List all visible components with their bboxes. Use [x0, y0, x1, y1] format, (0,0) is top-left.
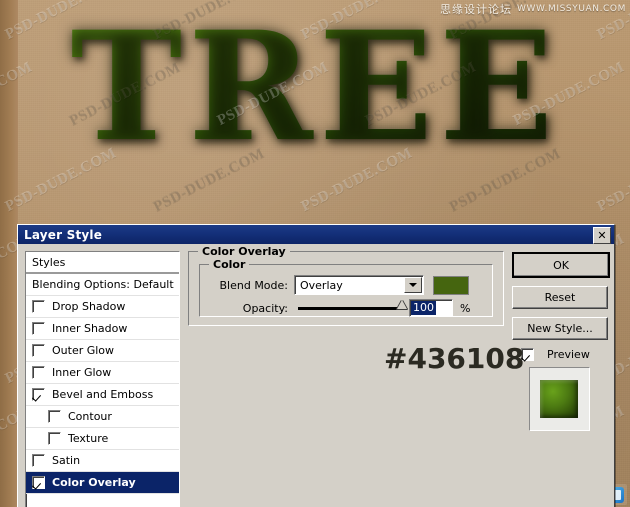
checkbox-icon[interactable] — [32, 344, 45, 357]
checkbox-icon[interactable] — [32, 388, 45, 401]
opacity-slider-thumb[interactable] — [397, 299, 407, 309]
color-group: Color Blend Mode: Overlay Opacity: 100 % — [199, 258, 493, 318]
close-icon[interactable]: ✕ — [593, 227, 611, 244]
dialog-title: Layer Style — [24, 227, 103, 242]
checkbox-icon[interactable] — [32, 366, 45, 379]
checkbox-icon[interactable] — [32, 322, 45, 335]
style-list-item-color-overlay[interactable]: Color Overlay — [26, 472, 179, 494]
checkbox-icon[interactable] — [32, 454, 45, 467]
hex-color-caption: #436108 — [384, 342, 525, 375]
style-list-item-label: Blending Options: Default — [32, 278, 174, 291]
style-list-item-inner-glow[interactable]: Inner Glow — [26, 362, 179, 384]
style-list-item-label: Drop Shadow — [52, 300, 126, 313]
color-overlay-group-title: Color Overlay — [198, 245, 290, 258]
style-preview-thumbnail — [528, 367, 590, 431]
opacity-unit: % — [460, 301, 471, 315]
style-list-item-inner-shadow[interactable]: Inner Shadow — [26, 318, 179, 340]
color-overlay-group: Color Overlay Color Blend Mode: Overlay — [188, 245, 504, 326]
opacity-value: 100 — [411, 301, 436, 315]
blend-mode-value: Overlay — [300, 278, 343, 292]
checkbox-icon[interactable] — [48, 432, 61, 445]
blend-mode-row: Blend Mode: Overlay — [210, 275, 484, 295]
color-group-title: Color — [209, 258, 250, 271]
style-list-item-outer-glow[interactable]: Outer Glow — [26, 340, 179, 362]
overlay-color-swatch[interactable] — [433, 275, 469, 295]
preview-label: Preview — [547, 348, 590, 361]
opacity-label: Opacity: — [242, 301, 288, 315]
dialog-body: Styles Blending Options: Default Drop Shad… — [18, 244, 614, 507]
style-list-item-label: Satin — [52, 454, 81, 467]
style-list-item-styles[interactable]: Styles — [26, 252, 179, 274]
style-list-item-label: Outer Glow — [52, 344, 115, 357]
preview-swatch — [540, 380, 578, 418]
style-list-item-label: Contour — [68, 410, 112, 423]
style-list-item-bevel-and-emboss[interactable]: Bevel and Emboss — [26, 384, 179, 406]
checkbox-icon[interactable] — [48, 410, 61, 423]
dialog-titlebar[interactable]: Layer Style ✕ — [18, 225, 614, 244]
checkbox-icon[interactable] — [32, 476, 45, 489]
blend-mode-select[interactable]: Overlay — [294, 275, 424, 295]
dialog-button-column: OK Reset New Style... Preview — [512, 252, 610, 431]
style-list-item-label: Inner Shadow — [52, 322, 128, 335]
preview-row: Preview — [512, 348, 606, 361]
layer-style-dialog: Layer Style ✕ Styles Blending Options: De… — [17, 224, 615, 507]
opacity-row: Opacity: 100 % — [210, 298, 484, 318]
style-list-item-label: Texture — [68, 432, 109, 445]
screenshot-canvas: TREE TREE PSD-DUDE.COMPSD-DUDE.COMPSD-DU… — [0, 0, 630, 507]
style-list-item-label: Styles — [32, 255, 66, 269]
chevron-down-icon[interactable] — [404, 277, 422, 293]
opacity-slider[interactable] — [298, 299, 407, 310]
style-list-item-satin[interactable]: Satin — [26, 450, 179, 472]
opacity-input[interactable]: 100 — [409, 299, 453, 317]
style-list-item-label: Inner Glow — [52, 366, 112, 379]
headline-text: TREE — [70, 0, 560, 175]
missyuan-watermark-url: WWW.MISSYUAN.COM — [517, 4, 626, 14]
new-style-button[interactable]: New Style... — [512, 317, 608, 340]
styles-list[interactable]: Styles Blending Options: Default Drop Shad… — [25, 251, 180, 507]
ok-button[interactable]: OK — [512, 252, 610, 278]
style-list-item-blending-options-default[interactable]: Blending Options: Default — [26, 274, 179, 296]
style-list-item-texture[interactable]: Texture — [26, 428, 179, 450]
reset-button[interactable]: Reset — [512, 286, 608, 309]
style-list-item-contour[interactable]: Contour — [26, 406, 179, 428]
style-list-item-label: Color Overlay — [52, 476, 136, 489]
missyuan-watermark: 思缘设计论坛 WWW.MISSYUAN.COM — [440, 1, 626, 17]
missyuan-watermark-cn: 思缘设计论坛 — [440, 3, 513, 16]
headline-artwork: TREE TREE — [0, 2, 630, 212]
color-overlay-panel: Color Overlay Color Blend Mode: Overlay — [188, 245, 504, 351]
style-list-item-label: Bevel and Emboss — [52, 388, 154, 401]
style-list-item-drop-shadow[interactable]: Drop Shadow — [26, 296, 179, 318]
blend-mode-label: Blend Mode: — [219, 278, 289, 292]
checkbox-icon[interactable] — [32, 300, 45, 313]
